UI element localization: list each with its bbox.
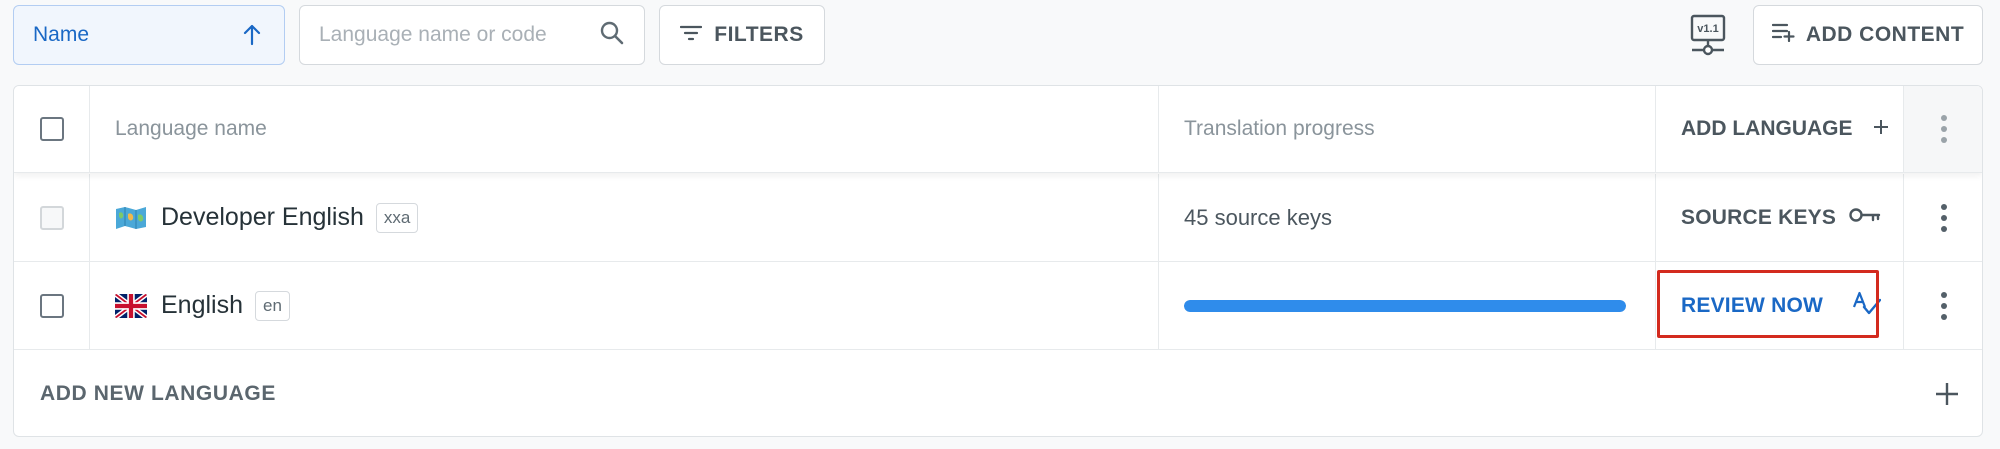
row-checkbox bbox=[39, 205, 64, 230]
translation-progress-bar bbox=[1184, 299, 1626, 312]
world-map-icon bbox=[115, 206, 147, 230]
progress-cell bbox=[1159, 262, 1656, 349]
language-code-badge: xxa bbox=[375, 202, 419, 233]
spellcheck-icon bbox=[1852, 291, 1882, 321]
more-vert-icon[interactable] bbox=[1940, 291, 1948, 320]
add-content-button[interactable]: ADD CONTENT bbox=[1753, 5, 1983, 65]
row-checkbox-cell bbox=[14, 174, 90, 261]
toolbar: Name FILTERS v1.1 ADD CONTENT bbox=[0, 0, 2000, 68]
more-vert-icon[interactable] bbox=[1940, 115, 1948, 143]
key-icon bbox=[1849, 206, 1881, 230]
uk-flag-icon bbox=[115, 293, 147, 318]
search-input[interactable] bbox=[319, 23, 599, 47]
language-code-badge: en bbox=[255, 290, 290, 321]
source-keys-count: 45 source keys bbox=[1184, 204, 1332, 230]
add-content-label: ADD CONTENT bbox=[1805, 23, 1965, 46]
arrow-up-icon bbox=[239, 22, 265, 48]
row-menu-cell bbox=[1904, 174, 1982, 261]
add-language-label: ADD LANGUAGE bbox=[1681, 117, 1853, 140]
more-vert-icon[interactable] bbox=[1940, 203, 1948, 232]
row-checkbox[interactable] bbox=[39, 293, 64, 318]
playlist-add-icon bbox=[1771, 22, 1796, 48]
header-language-name-cell: Language name bbox=[90, 86, 1159, 172]
sort-select-label: Name bbox=[33, 23, 90, 46]
header-action-cell: ADD LANGUAGE bbox=[1656, 86, 1904, 172]
row-menu-cell bbox=[1904, 262, 1982, 349]
table-header: Language name Translation progress ADD L… bbox=[14, 86, 1982, 173]
languages-table: Language name Translation progress ADD L… bbox=[13, 85, 1983, 437]
column-header-language-name[interactable]: Language name bbox=[115, 117, 267, 141]
review-now-label: REVIEW NOW bbox=[1681, 293, 1823, 317]
table-row: Developer English xxa 45 source keys SOU… bbox=[14, 174, 1982, 262]
plus-icon bbox=[1873, 117, 1889, 141]
plus-icon[interactable] bbox=[1934, 350, 1960, 436]
filters-label: FILTERS bbox=[714, 23, 804, 46]
search-icon[interactable] bbox=[599, 20, 625, 51]
language-name[interactable]: Developer English bbox=[161, 203, 364, 232]
language-name-cell: Developer English xxa bbox=[90, 174, 1159, 261]
table-row: English en REVIEW NOW bbox=[14, 262, 1982, 350]
sort-select[interactable]: Name bbox=[13, 5, 285, 65]
add-new-language-label: ADD NEW LANGUAGE bbox=[40, 382, 276, 405]
select-all-checkbox[interactable] bbox=[39, 117, 64, 141]
version-label: v1.1 bbox=[1697, 23, 1718, 35]
header-checkbox-cell bbox=[14, 86, 90, 172]
add-language-button[interactable]: ADD LANGUAGE bbox=[1681, 117, 1889, 141]
header-progress-cell: Translation progress bbox=[1159, 86, 1656, 172]
progress-cell: 45 source keys bbox=[1159, 174, 1656, 261]
language-name-cell: English en bbox=[90, 262, 1159, 349]
review-now-button[interactable]: REVIEW NOW bbox=[1681, 291, 1882, 321]
source-keys-label: SOURCE KEYS bbox=[1681, 205, 1837, 229]
source-keys-button[interactable]: SOURCE KEYS bbox=[1681, 206, 1881, 230]
action-cell: SOURCE KEYS bbox=[1656, 174, 1904, 261]
version-history-icon[interactable]: v1.1 bbox=[1688, 14, 1728, 56]
language-name[interactable]: English bbox=[161, 291, 243, 320]
column-header-translation-progress: Translation progress bbox=[1184, 117, 1375, 140]
action-cell: REVIEW NOW bbox=[1656, 262, 1904, 349]
search-box bbox=[299, 5, 645, 65]
filters-button[interactable]: FILTERS bbox=[659, 5, 825, 65]
row-checkbox-cell bbox=[14, 262, 90, 349]
translation-progress-fill bbox=[1184, 299, 1626, 312]
add-new-language-row[interactable]: ADD NEW LANGUAGE bbox=[14, 350, 1982, 436]
header-menu-cell bbox=[1904, 86, 1982, 172]
filter-icon bbox=[680, 23, 703, 47]
